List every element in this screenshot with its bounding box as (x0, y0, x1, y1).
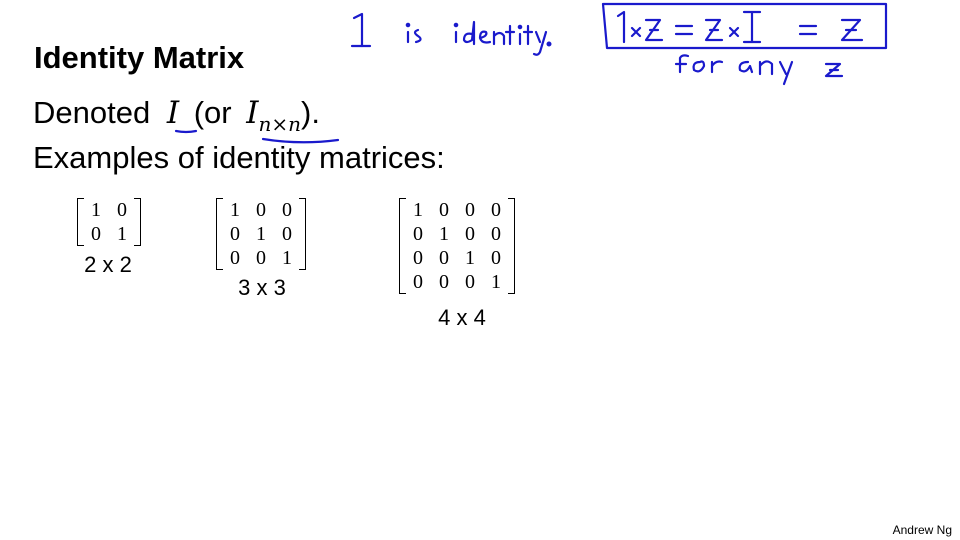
handwritten-annotations (174, 2, 888, 144)
author-credit: Andrew Ng (892, 523, 952, 537)
ink-boxed-equation (601, 2, 888, 50)
ink-note-identity (350, 12, 552, 56)
ink-for-any (674, 54, 844, 86)
ink-underline-inxn (261, 137, 340, 144)
ink-underline-i (174, 129, 198, 134)
